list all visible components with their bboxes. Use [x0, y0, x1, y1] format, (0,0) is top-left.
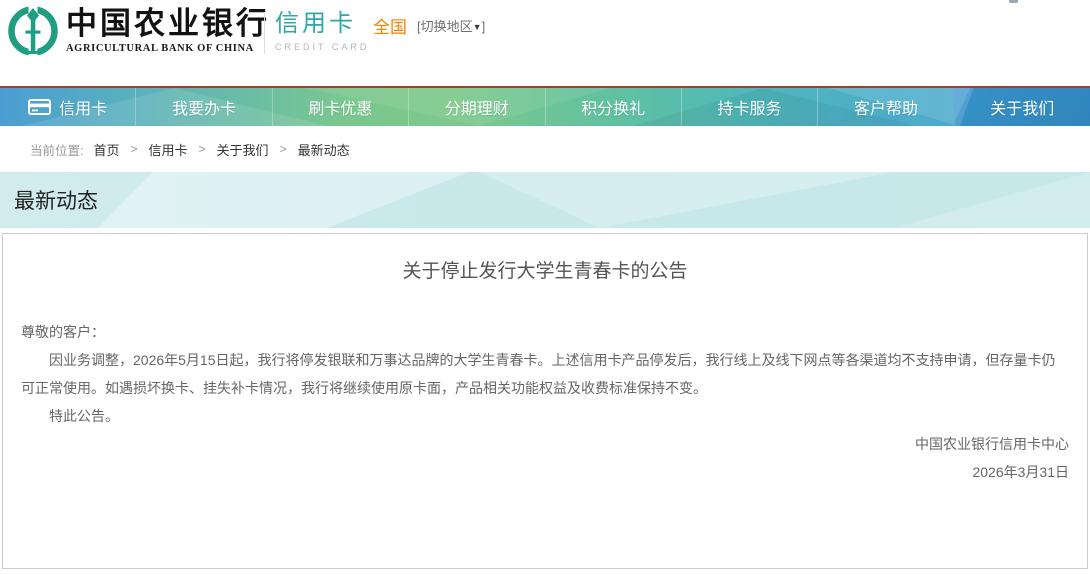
- announcement-closing: 特此公告。: [21, 402, 1069, 430]
- announcement-body: 尊敬的客户： 因业务调整，2026年5月15日起，我行将停发银联和万事达品牌的大…: [21, 318, 1069, 486]
- breadcrumb-separator: >: [199, 142, 206, 156]
- page-title-band: 最新动态: [0, 172, 1090, 228]
- nav-item-label: 客户帮助: [854, 95, 918, 119]
- breadcrumb-separator: >: [280, 142, 287, 156]
- breadcrumb-latest-news[interactable]: 最新动态: [298, 140, 350, 159]
- announcement-date: 2026年3月31日: [21, 458, 1069, 486]
- page: 中国农业银行 AGRICULTURAL BANK OF CHINA 信用卡 CR…: [0, 0, 1090, 574]
- announcement-paragraph: 因业务调整，2026年5月15日起，我行将停发银联和万事达品牌的大学生青春卡。上…: [21, 346, 1069, 402]
- nav-item-card-offers[interactable]: 刷卡优惠: [272, 88, 408, 126]
- truncated-top-icon: [1009, 0, 1018, 3]
- dropdown-arrow-icon: ▼: [473, 22, 482, 32]
- breadcrumb-home[interactable]: 首页: [93, 140, 119, 159]
- brand-title-cn: 信用卡: [275, 9, 369, 39]
- band-facet-decor: [0, 172, 1090, 228]
- nav-item-points-rewards[interactable]: 积分换礼: [545, 88, 681, 126]
- announcement-salutation: 尊敬的客户：: [21, 318, 1069, 346]
- page-title: 最新动态: [0, 185, 98, 215]
- nav-item-label: 信用卡: [59, 95, 107, 119]
- bank-name-en: AGRICULTURAL BANK OF CHINA: [66, 43, 270, 54]
- main-nav: 信用卡 我要办卡 刷卡优惠 分期理财 积分换礼 持卡服务 客户帮助 关于我们: [0, 88, 1090, 126]
- bracket-close: ]: [482, 19, 486, 34]
- breadcrumb-credit-card[interactable]: 信用卡: [149, 140, 188, 159]
- nav-item-label: 分期理财: [445, 95, 509, 119]
- bank-name-block: 中国农业银行 AGRICULTURAL BANK OF CHINA: [66, 6, 270, 54]
- nav-item-label: 关于我们: [990, 95, 1054, 119]
- nav-item-label: 持卡服务: [718, 95, 782, 119]
- announcement-signature: 中国农业银行信用卡中心: [21, 430, 1069, 458]
- nav-item-label: 刷卡优惠: [308, 95, 372, 119]
- brand-title-en: CREDIT CARD: [275, 42, 369, 52]
- nav-item-apply-card[interactable]: 我要办卡: [135, 88, 271, 126]
- nav-item-customer-help[interactable]: 客户帮助: [817, 88, 953, 126]
- nav-item-label: 积分换礼: [581, 95, 645, 119]
- abc-bank-logo-icon: [7, 5, 59, 57]
- region-label[interactable]: 全国: [373, 13, 407, 38]
- nav-item-cardholder-services[interactable]: 持卡服务: [681, 88, 817, 126]
- band-facet-decor: [0, 172, 1090, 228]
- nav-item-about-us[interactable]: 关于我们: [954, 88, 1090, 126]
- region-switcher[interactable]: [切换地区▼]: [417, 16, 485, 35]
- header-divider: [264, 12, 265, 54]
- nav-item-label: 我要办卡: [172, 95, 236, 119]
- band-facet-decor: [0, 172, 1090, 228]
- breadcrumb: 当前位置: 首页 > 信用卡 > 关于我们 > 最新动态: [0, 126, 1090, 172]
- site-header: 中国农业银行 AGRICULTURAL BANK OF CHINA 信用卡 CR…: [0, 0, 1090, 86]
- announcement-panel: 关于停止发行大学生青春卡的公告 尊敬的客户： 因业务调整，2026年5月15日起…: [2, 233, 1088, 569]
- breadcrumb-prefix: 当前位置:: [30, 140, 83, 159]
- credit-card-icon: [28, 99, 51, 115]
- credit-card-brand-block: 信用卡 CREDIT CARD: [275, 9, 369, 52]
- nav-item-installment-finance[interactable]: 分期理财: [408, 88, 544, 126]
- announcement-title: 关于停止发行大学生青春卡的公告: [21, 262, 1069, 282]
- nav-item-credit-card[interactable]: 信用卡: [0, 88, 135, 126]
- region-switch-label: 切换地区: [421, 19, 473, 34]
- bank-name-cn: 中国农业银行: [66, 6, 270, 42]
- breadcrumb-about-us[interactable]: 关于我们: [217, 140, 269, 159]
- breadcrumb-separator: >: [131, 142, 138, 156]
